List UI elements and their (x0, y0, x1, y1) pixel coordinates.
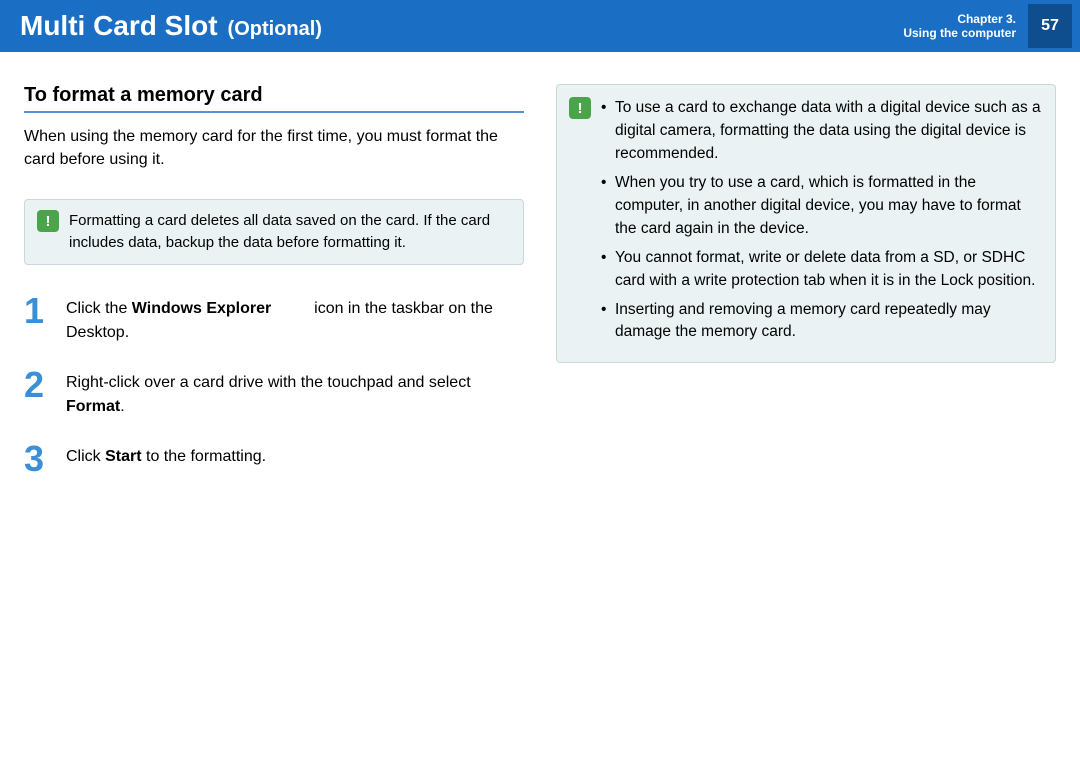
step-body: Right-click over a card drive with the t… (66, 367, 524, 419)
step1-bold: Windows Explorer (132, 300, 271, 317)
chapter-line1: Chapter 3. (903, 12, 1016, 26)
step1-pre: Click the (66, 300, 132, 317)
step-body: Click Start to the formatting. (66, 441, 266, 477)
page-number-badge: 57 (1028, 4, 1072, 48)
info-bullet: Inserting and removing a memory card rep… (601, 299, 1041, 345)
step-body: Click the Windows Explorer icon in the t… (66, 293, 524, 345)
content-area: To format a memory card When using the m… (0, 52, 1080, 499)
step-number: 1 (24, 293, 52, 345)
section-rule (24, 111, 524, 113)
info-callout: ! To use a card to exchange data with a … (556, 84, 1056, 363)
page-subtitle: (Optional) (228, 18, 322, 41)
intro-text: When using the memory card for the first… (24, 125, 524, 171)
step3-pre: Click (66, 448, 105, 465)
step-1: 1 Click the Windows Explorer icon in the… (24, 293, 524, 345)
step3-bold: Start (105, 448, 141, 465)
info-bullet-list: To use a card to exchange data with a di… (601, 97, 1041, 350)
page-title-wrap: Multi Card Slot (Optional) (20, 10, 322, 42)
alert-icon: ! (37, 210, 59, 232)
warning-callout: ! Formatting a card deletes all data sav… (24, 199, 524, 265)
step-number: 2 (24, 367, 52, 419)
left-column: To format a memory card When using the m… (24, 84, 524, 499)
chapter-text: Chapter 3. Using the computer (903, 12, 1016, 41)
step2-post: . (120, 398, 124, 415)
alert-icon: ! (569, 97, 591, 119)
chapter-block: Chapter 3. Using the computer 57 (903, 4, 1080, 48)
step-3: 3 Click Start to the formatting. (24, 441, 524, 477)
page-header: Multi Card Slot (Optional) Chapter 3. Us… (0, 0, 1080, 52)
chapter-line2: Using the computer (903, 26, 1016, 40)
warning-text: Formatting a card deletes all data saved… (69, 210, 511, 254)
step1-mid (271, 300, 275, 317)
step3-post: to the formatting. (142, 448, 267, 465)
info-bullet: To use a card to exchange data with a di… (601, 97, 1041, 166)
page-title: Multi Card Slot (20, 10, 218, 42)
step-number: 3 (24, 441, 52, 477)
section-title: To format a memory card (24, 84, 524, 107)
info-bullet: When you try to use a card, which is for… (601, 172, 1041, 241)
step-2: 2 Right-click over a card drive with the… (24, 367, 524, 419)
info-bullet: You cannot format, write or delete data … (601, 247, 1041, 293)
step2-pre: Right-click over a card drive with the t… (66, 374, 471, 391)
step2-bold: Format (66, 398, 120, 415)
right-column: ! To use a card to exchange data with a … (556, 84, 1056, 499)
